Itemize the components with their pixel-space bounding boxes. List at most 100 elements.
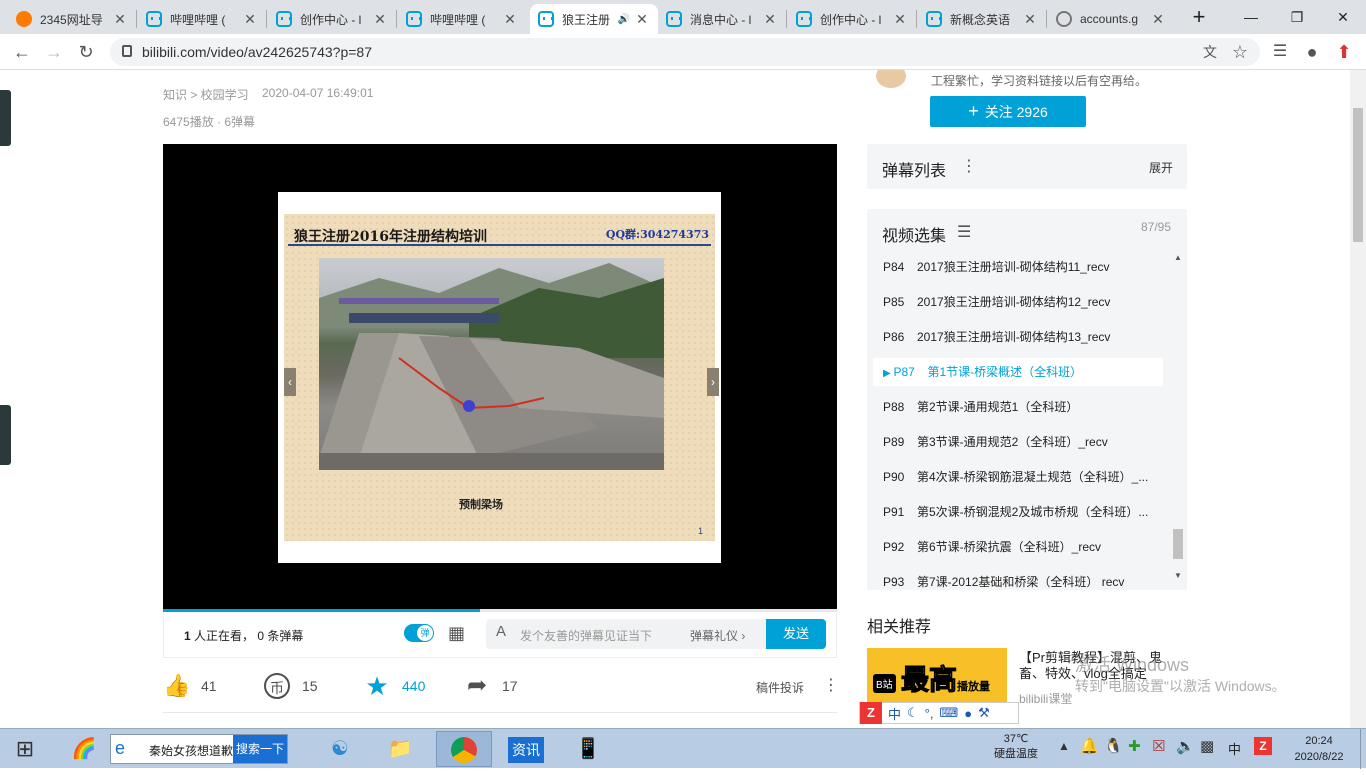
page-scrollbar[interactable] [1350, 70, 1366, 728]
close-tab-icon[interactable]: ✕ [762, 11, 778, 28]
close-tab-icon[interactable]: ✕ [372, 11, 388, 28]
thumb-big-text: 最高 [900, 664, 958, 696]
ime-indicator[interactable]: 中 [1228, 739, 1241, 758]
sogou-ime-icon[interactable]: Z [1254, 737, 1272, 755]
profile-icon[interactable]: ● [1300, 40, 1324, 64]
browser-tab[interactable]: accounts.g ✕ [1048, 4, 1174, 34]
side-gadget-bottom[interactable] [0, 405, 11, 465]
tray-expand-icon[interactable]: ▲ [1058, 739, 1070, 753]
phone-app-icon[interactable]: 📱 [562, 731, 614, 767]
browser-tab[interactable]: 哔哩哔哩 (✕ [138, 4, 266, 34]
security-tray-icon[interactable]: ✚ [1128, 737, 1141, 755]
slide-qq: QQ群:304274373 [605, 228, 709, 241]
video-player[interactable]: 狼王注册2016年注册结构培训 QQ群:304274373 预制梁场 1 ‹ › [163, 144, 837, 609]
viewer-count: 1 [184, 629, 191, 643]
update-icon[interactable]: ⬆ [1332, 40, 1356, 64]
danmaku-toggle[interactable]: 弹 [404, 624, 434, 642]
ime-toolbar[interactable]: Z 中 ☾ °, ⌨ ● ⚒ [859, 702, 1019, 724]
close-window-button[interactable]: ✕ [1320, 0, 1366, 34]
danmaku-expand-button[interactable]: 展开 [1149, 159, 1173, 176]
more-vertical-icon[interactable]: ⋮ [961, 156, 977, 176]
uploader-avatar[interactable] [876, 70, 906, 88]
taskbar-search-button[interactable]: 搜索一下 [233, 735, 287, 763]
signal-icon[interactable]: ▩ [1200, 737, 1214, 755]
new-tab-button[interactable]: + [1176, 0, 1222, 34]
bookmark-star-icon[interactable]: ☆ [1228, 40, 1252, 64]
danmaku-settings-icon[interactable]: ▦ [448, 623, 465, 644]
tab-title: 创作中心 - l [820, 12, 882, 27]
media-control-icon[interactable]: ☰ [1268, 40, 1292, 64]
share-button[interactable]: ➦ 17 [464, 673, 518, 699]
news-app[interactable]: 资讯 [500, 731, 552, 767]
viewer-status: 1 人正在看， 0 条弹幕 [184, 627, 303, 644]
close-tab-icon[interactable]: ✕ [892, 11, 908, 28]
disk-temp-widget[interactable]: 37℃ 硬盘温度 [990, 732, 1042, 762]
chrome-taskbar-icon[interactable] [436, 731, 492, 767]
browser-2345-icon[interactable]: 🌈 [58, 731, 110, 767]
episode-item[interactable]: P93 第7课-2012基础和桥梁（全科班） recv [873, 568, 1163, 596]
episode-item[interactable]: P91 第5次课-桥钢混规2及城市桥规（全科班）... [873, 498, 1163, 526]
episode-item[interactable]: P86 2017狼王注册培训-砌体结构13_recv [873, 323, 1163, 351]
close-tab-icon[interactable]: ✕ [242, 11, 258, 28]
taskbar-search[interactable]: e 秦始女孩想道歉 搜索一下 [110, 734, 288, 764]
episode-item[interactable]: P88 第2节课-通用规范1（全科班） [873, 393, 1163, 421]
close-tab-icon[interactable]: ✕ [1022, 11, 1038, 28]
episode-item[interactable]: P85 2017狼王注册培训-砌体结构12_recv [873, 288, 1163, 316]
episode-item[interactable]: P90 第4次课-桥梁钢筋混凝土规范（全科班）_... [873, 463, 1163, 491]
windows-start-icon[interactable]: ⊞ [0, 731, 50, 767]
follow-button[interactable]: + 关注 2926 [930, 96, 1086, 127]
episode-item[interactable]: P92 第6节课-桥梁抗震（全科班）_recv [873, 533, 1163, 561]
recommend-thumbnail[interactable]: B站 最高 播放量 [867, 648, 1007, 702]
volume-icon[interactable]: 🔈 [1176, 737, 1195, 755]
episode-item[interactable]: P89 第3节课-通用规范2（全科班）_recv [873, 428, 1163, 456]
network-blocked-icon[interactable]: ☒ [1152, 737, 1165, 755]
reload-button[interactable]: ↻ [74, 40, 98, 64]
minimize-window-button[interactable]: — [1228, 0, 1274, 34]
show-desktop-button[interactable] [1360, 729, 1366, 769]
address-bar[interactable]: bilibili.com/video/av242625743?p=87 [110, 38, 1260, 66]
danmaku-input[interactable]: A 发个友善的弹幕见证当下 弹幕礼仪 › [486, 619, 766, 649]
browser-tab[interactable]: 新概念英语 ✕ [918, 4, 1046, 34]
translate-icon[interactable]: 文 [1198, 40, 1222, 64]
more-options-icon[interactable]: ⋮ [823, 675, 839, 695]
side-gadget-top[interactable] [0, 90, 11, 146]
scrollbar-thumb[interactable] [1173, 529, 1183, 559]
browser-tab[interactable]: 创作中心 - l ✕ [268, 4, 396, 34]
report-link[interactable]: 稿件投诉 [756, 679, 804, 696]
file-explorer-icon[interactable]: 📁 [374, 731, 426, 767]
close-tab-icon[interactable]: ✕ [112, 11, 128, 28]
baidu-netdisk-icon[interactable]: ☯ [314, 731, 366, 767]
browser-tab[interactable]: 哔哩哔哩 (✕ [398, 4, 526, 34]
scroll-down-icon[interactable]: ▼ [1174, 571, 1182, 580]
notification-bell-icon[interactable]: 🔔 [1080, 737, 1099, 755]
browser-tab[interactable]: 消息中心 - l ✕ [658, 4, 786, 34]
forward-button[interactable]: → [42, 40, 66, 64]
browser-tab[interactable]: 狼王注册 🔊 ✕ [530, 4, 658, 34]
browser-tab[interactable]: 创作中心 - l ✕ [788, 4, 916, 34]
ime-settings-icon: ⚒ [978, 705, 990, 720]
share-count: 17 [502, 678, 518, 694]
close-tab-icon[interactable]: ✕ [502, 11, 518, 28]
danmaku-etiquette-link[interactable]: 弹幕礼仪 › [690, 627, 745, 644]
send-danmaku-button[interactable]: 发送 [766, 619, 826, 649]
like-button[interactable]: 👍 41 [163, 673, 217, 699]
browser-tab[interactable]: 2345网址导 ✕ [8, 4, 136, 34]
restore-window-button[interactable]: ❐ [1274, 0, 1320, 34]
breadcrumb[interactable]: 知识 > 校园学习 [163, 86, 249, 103]
font-style-icon[interactable]: A [496, 623, 506, 640]
page-scrollbar-thumb[interactable] [1353, 108, 1363, 242]
2345-icon [16, 11, 32, 27]
close-tab-icon[interactable]: ✕ [634, 11, 650, 28]
recommend-author[interactable]: bilibili课堂 [1019, 690, 1072, 707]
scroll-up-icon[interactable]: ▲ [1174, 253, 1182, 262]
back-button[interactable]: ← [10, 40, 34, 64]
favorite-button[interactable]: ★ 440 [364, 673, 425, 699]
qq-tray-icon[interactable]: 🐧 [1104, 737, 1123, 755]
coin-button[interactable]: 币 15 [264, 673, 318, 699]
close-tab-icon[interactable]: ✕ [1150, 11, 1166, 28]
clock[interactable]: 20:24 2020/8/22 [1284, 733, 1354, 765]
episode-item[interactable]: ▶ P87 第1节课-桥梁概述（全科班） [873, 358, 1163, 386]
episode-item[interactable]: P84 2017狼王注册培训-砌体结构11_recv [873, 253, 1163, 281]
bilibili-icon [666, 11, 682, 27]
episode-scrollbar[interactable]: ▲ ▼ [1172, 253, 1184, 583]
